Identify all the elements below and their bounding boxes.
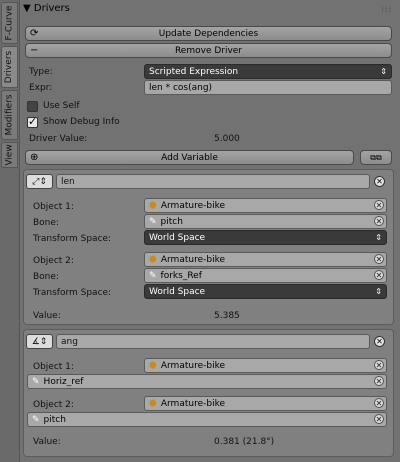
dropdown-arrows-icon: ⇕ — [375, 233, 382, 242]
clear-icon[interactable]: ✕ — [374, 254, 384, 264]
drag-handle-icon[interactable]: ⁞⁞⁞ — [381, 5, 392, 14]
rotation-difference-icon: ∡⇕ — [31, 336, 48, 347]
type-label: Type: — [29, 67, 53, 77]
object1-field[interactable]: ⬢ Armature-bike ✕ — [144, 198, 387, 213]
expr-label: Expr: — [29, 83, 53, 93]
panel-header[interactable]: ▼ Drivers — [23, 3, 70, 14]
bone2-label: Bone: — [33, 272, 59, 282]
object2-field[interactable]: ⬢ Armature-bike ✕ — [144, 396, 387, 411]
update-dependencies-button[interactable]: ⟳ Update Dependencies — [25, 26, 392, 41]
bone1-label: Bone: — [33, 218, 59, 228]
object1-field[interactable]: ⬢ Armature-bike ✕ — [144, 358, 387, 373]
dropdown-arrows-icon: ⇕ — [375, 287, 382, 296]
remove-variable-icon[interactable]: ✕ — [374, 336, 385, 347]
variable-name-field[interactable]: ang — [56, 334, 370, 349]
refresh-icon: ⟳ — [30, 28, 39, 39]
object2-field[interactable]: ⬢ Armature-bike ✕ — [144, 252, 387, 267]
object2-label: Object 2: — [33, 256, 74, 266]
bone-icon: ✎ — [32, 414, 40, 425]
variable-name-field[interactable]: len — [56, 174, 370, 189]
clear-icon[interactable]: ✕ — [374, 414, 384, 424]
bone2-field[interactable]: ✎ pitch ✕ — [27, 412, 387, 427]
variable-value: 0.381 (21.8°) — [214, 437, 275, 447]
show-debug-checkbox[interactable]: ✓ — [27, 115, 38, 128]
copy-paste-variables-button[interactable]: ⧉⧉ — [360, 150, 392, 165]
check-icon: ✓ — [28, 115, 38, 128]
variable-value-label: Value: — [33, 437, 61, 447]
bone1-field[interactable]: ✎ pitch ✕ — [144, 214, 387, 229]
object1-label: Object 1: — [33, 362, 74, 372]
object1-label: Object 1: — [33, 202, 74, 212]
remove-driver-button[interactable]: − Remove Driver — [25, 43, 392, 58]
variable-type-rotational-difference-button[interactable]: ∡⇕ — [26, 334, 53, 349]
use-self-label: Use Self — [43, 101, 80, 111]
armature-object-icon: ⬢ — [149, 200, 157, 211]
driver-value: 5.000 — [214, 134, 240, 144]
dropdown-arrows-icon: ⇕ — [380, 67, 387, 76]
variable-box-len — [23, 169, 394, 325]
transform-space2-dropdown[interactable]: World Space ⇕ — [144, 284, 387, 299]
distance-icon: ⤢⇕ — [32, 176, 47, 187]
minus-icon: − — [30, 45, 39, 56]
bone1-field[interactable]: ✎ Horiz_ref ✕ — [27, 374, 387, 389]
armature-object-icon: ⬢ — [149, 360, 157, 371]
use-self-checkbox[interactable] — [27, 101, 38, 112]
variable-value-label: Value: — [33, 311, 61, 321]
transform-space1-label: Transform Space: — [33, 234, 112, 244]
tab-f-curve[interactable]: F-Curve — [1, 2, 18, 44]
tab-view[interactable]: View — [1, 142, 18, 168]
bone-icon: ✎ — [149, 216, 157, 227]
variable-type-distance-button[interactable]: ⤢⇕ — [26, 174, 53, 189]
panel-title: Drivers — [33, 3, 70, 14]
clear-icon[interactable]: ✕ — [374, 360, 384, 370]
plus-icon: ⊕ — [30, 152, 39, 163]
bone-icon: ✎ — [32, 376, 40, 387]
clear-icon[interactable]: ✕ — [374, 270, 384, 280]
side-tab-bar: F-Curve Drivers Modifiers View — [0, 0, 20, 462]
clear-icon[interactable]: ✕ — [374, 376, 384, 386]
remove-variable-icon[interactable]: ✕ — [374, 176, 385, 187]
driver-type-dropdown[interactable]: Scripted Expression ⇕ — [144, 64, 392, 79]
driver-value-label: Driver Value: — [29, 134, 88, 144]
add-variable-button[interactable]: ⊕ Add Variable — [25, 150, 354, 165]
copy-paste-icon: ⧉⧉ — [370, 152, 382, 162]
armature-object-icon: ⬢ — [149, 398, 157, 409]
tab-drivers[interactable]: Drivers — [1, 46, 18, 88]
transform-space1-dropdown[interactable]: World Space ⇕ — [144, 230, 387, 245]
bone2-field[interactable]: ✎ forks_Ref ✕ — [144, 268, 387, 283]
object2-label: Object 2: — [33, 400, 74, 410]
bone-icon: ✎ — [149, 270, 157, 281]
clear-icon[interactable]: ✕ — [374, 216, 384, 226]
expression-field[interactable]: len * cos(ang) — [144, 80, 392, 95]
variable-value: 5.385 — [214, 311, 240, 321]
clear-icon[interactable]: ✕ — [374, 200, 384, 210]
armature-object-icon: ⬢ — [149, 254, 157, 265]
drivers-panel: ▼ Drivers ⁞⁞⁞ ⟳ Update Dependencies − Re… — [19, 0, 400, 462]
tab-modifiers[interactable]: Modifiers — [1, 90, 18, 140]
show-debug-label: Show Debug Info — [43, 117, 120, 127]
collapse-triangle-icon[interactable]: ▼ — [23, 3, 31, 14]
clear-icon[interactable]: ✕ — [374, 398, 384, 408]
transform-space2-label: Transform Space: — [33, 288, 112, 298]
